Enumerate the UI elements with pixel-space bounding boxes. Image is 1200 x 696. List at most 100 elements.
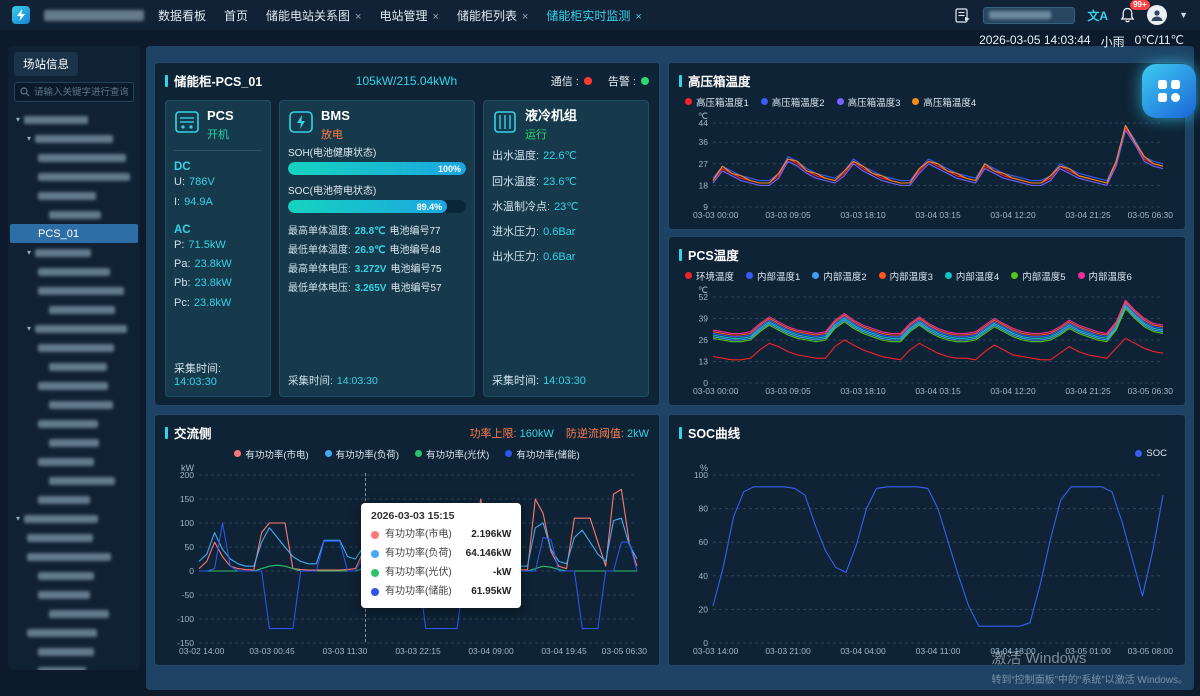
legend-item[interactable]: SOC <box>1135 448 1167 459</box>
legend-item[interactable]: 有功功率(光伏) <box>415 447 489 461</box>
legend-item[interactable]: 内部温度3 <box>879 269 933 283</box>
legend-item[interactable]: 高压箱温度3 <box>837 95 901 109</box>
legend-item[interactable]: 内部温度2 <box>812 269 866 283</box>
tree-item[interactable] <box>10 300 138 319</box>
tree-item-redacted <box>35 249 91 257</box>
tree-item[interactable]: ▾ <box>10 129 138 148</box>
tree-item[interactable] <box>10 376 138 395</box>
grid-icon <box>1156 78 1182 104</box>
hv-temp-chart[interactable]: 918273644℃03-03 00:0003-03 09:0503-03 18… <box>679 109 1175 221</box>
nav-tab[interactable]: 储能柜实时监测× <box>546 7 641 24</box>
translate-icon[interactable]: 文A <box>1087 7 1108 24</box>
legend-item[interactable]: 内部温度6 <box>1078 269 1132 283</box>
tree-item[interactable] <box>10 262 138 281</box>
tree-item[interactable] <box>10 623 138 642</box>
topbar-search-input[interactable] <box>983 7 1075 24</box>
nav-tab[interactable]: 电站管理× <box>379 7 438 24</box>
tree-item[interactable]: PCS_01 <box>10 224 138 243</box>
caret-down-icon[interactable]: ▾ <box>27 248 31 257</box>
legend-item[interactable]: 有功功率(储能) <box>505 447 579 461</box>
legend-item[interactable]: 内部温度4 <box>945 269 999 283</box>
tree-item[interactable] <box>10 490 138 509</box>
tab-station-info[interactable]: 场站信息 <box>14 52 78 76</box>
tree-item[interactable] <box>10 604 138 623</box>
soc-title: SOC曲线 <box>688 423 740 442</box>
caret-down-icon[interactable]: ▾ <box>16 115 20 124</box>
tree-item[interactable] <box>10 585 138 604</box>
legend-item[interactable]: 内部温度1 <box>746 269 800 283</box>
datetime-text: 2026-03-05 14:03:44 <box>979 33 1090 50</box>
legend-item[interactable]: 高压箱温度2 <box>761 95 825 109</box>
tree-item[interactable] <box>10 186 138 205</box>
svg-text:03-04 03:15: 03-04 03:15 <box>915 386 961 396</box>
caret-down-icon[interactable]: ▾ <box>27 134 31 143</box>
tab-close-icon[interactable]: × <box>522 11 528 23</box>
soc-value: 89.4% <box>417 202 443 212</box>
tree-item[interactable] <box>10 357 138 376</box>
tree-item-redacted <box>38 192 96 200</box>
tree-item[interactable] <box>10 452 138 471</box>
nav-item[interactable]: 数据看板 <box>158 7 206 24</box>
svg-text:03-04 12:20: 03-04 12:20 <box>990 210 1036 220</box>
notification-bell-icon[interactable]: 99+ <box>1120 7 1135 23</box>
legend-item[interactable]: 高压箱温度4 <box>912 95 976 109</box>
tree-item[interactable]: ▾ <box>10 509 138 528</box>
legend-item[interactable]: 有功功率(负荷) <box>325 447 399 461</box>
nav-tab[interactable]: 储能电站关系图× <box>266 7 361 24</box>
tooltip-title: 2026-03-03 15:15 <box>371 510 511 522</box>
pcs-temp-chart[interactable]: 013263952℃03-03 00:0003-03 09:0503-03 18… <box>679 283 1175 397</box>
tree-item[interactable]: ▾ <box>10 319 138 338</box>
tree-item[interactable] <box>10 338 138 357</box>
tab-close-icon[interactable]: × <box>635 11 641 23</box>
tree-item[interactable] <box>10 148 138 167</box>
user-menu-caret-icon[interactable]: ▼ <box>1179 10 1188 20</box>
tree-item[interactable] <box>10 205 138 224</box>
svg-text:03-03 18:10: 03-03 18:10 <box>840 386 886 396</box>
tree-item[interactable]: ▾ <box>10 243 138 262</box>
svg-text:03-04 21:25: 03-04 21:25 <box>1065 210 1111 220</box>
svg-text:60: 60 <box>699 537 709 547</box>
tree-item[interactable] <box>10 414 138 433</box>
tab-close-icon[interactable]: × <box>355 11 361 23</box>
tree-item[interactable]: ▾ <box>10 110 138 129</box>
topbar-right: 文A 99+ ▼ <box>955 5 1188 25</box>
dashboard-switch-button[interactable] <box>1142 64 1196 118</box>
kv-row: U:786V <box>174 173 262 192</box>
tree-item[interactable] <box>10 566 138 585</box>
message-icon[interactable] <box>955 8 971 23</box>
legend-item[interactable]: 内部温度5 <box>1011 269 1065 283</box>
legend-item[interactable]: 有功功率(市电) <box>234 447 308 461</box>
svg-text:03-04 19:45: 03-04 19:45 <box>541 646 587 656</box>
tree-item[interactable] <box>10 167 138 186</box>
sidebar-search[interactable] <box>14 82 134 102</box>
svg-text:20: 20 <box>699 604 709 614</box>
windows-watermark: 激活 Windows 转到“控制面板”中的“系统”以激活 Windows。 <box>991 647 1188 686</box>
tree-item[interactable] <box>10 642 138 661</box>
tree-item[interactable] <box>10 395 138 414</box>
tree-item[interactable] <box>10 528 138 547</box>
legend-item[interactable]: 环境温度 <box>685 269 734 283</box>
nav-tab[interactable]: 储能柜列表× <box>457 7 528 24</box>
ac-limits: 功率上限: 160kW 防逆流阈值: 2kW <box>470 425 650 441</box>
search-input[interactable] <box>34 87 128 98</box>
chart-tooltip: 2026-03-03 15:15 有功功率(市电)2.196kW有功功率(负荷)… <box>361 503 521 608</box>
legend-item[interactable]: 高压箱温度1 <box>685 95 749 109</box>
user-avatar[interactable] <box>1147 5 1167 25</box>
tab-close-icon[interactable]: × <box>433 11 439 23</box>
kv-row: Pa:23.8kW <box>174 255 262 274</box>
tree-item-redacted <box>49 401 113 409</box>
tree-item[interactable] <box>10 281 138 300</box>
tree-item[interactable] <box>10 661 138 670</box>
tree-item[interactable] <box>10 547 138 566</box>
tree-item-redacted <box>38 420 98 428</box>
comm-status-dot <box>584 77 592 85</box>
status-row: 2026-03-05 14:03:44 小雨 0℃/11℃ <box>979 33 1184 50</box>
soh-label: SOH(电池健康状态) <box>288 144 466 159</box>
tree-item-redacted <box>49 477 115 485</box>
caret-down-icon[interactable]: ▾ <box>27 324 31 333</box>
nav-item[interactable]: 首页 <box>224 7 248 24</box>
tree-item[interactable] <box>10 471 138 490</box>
caret-down-icon[interactable]: ▾ <box>16 514 20 523</box>
tree-item[interactable] <box>10 433 138 452</box>
soc-chart[interactable]: 020406080100%03-03 14:0003-03 21:0003-04… <box>679 461 1175 657</box>
